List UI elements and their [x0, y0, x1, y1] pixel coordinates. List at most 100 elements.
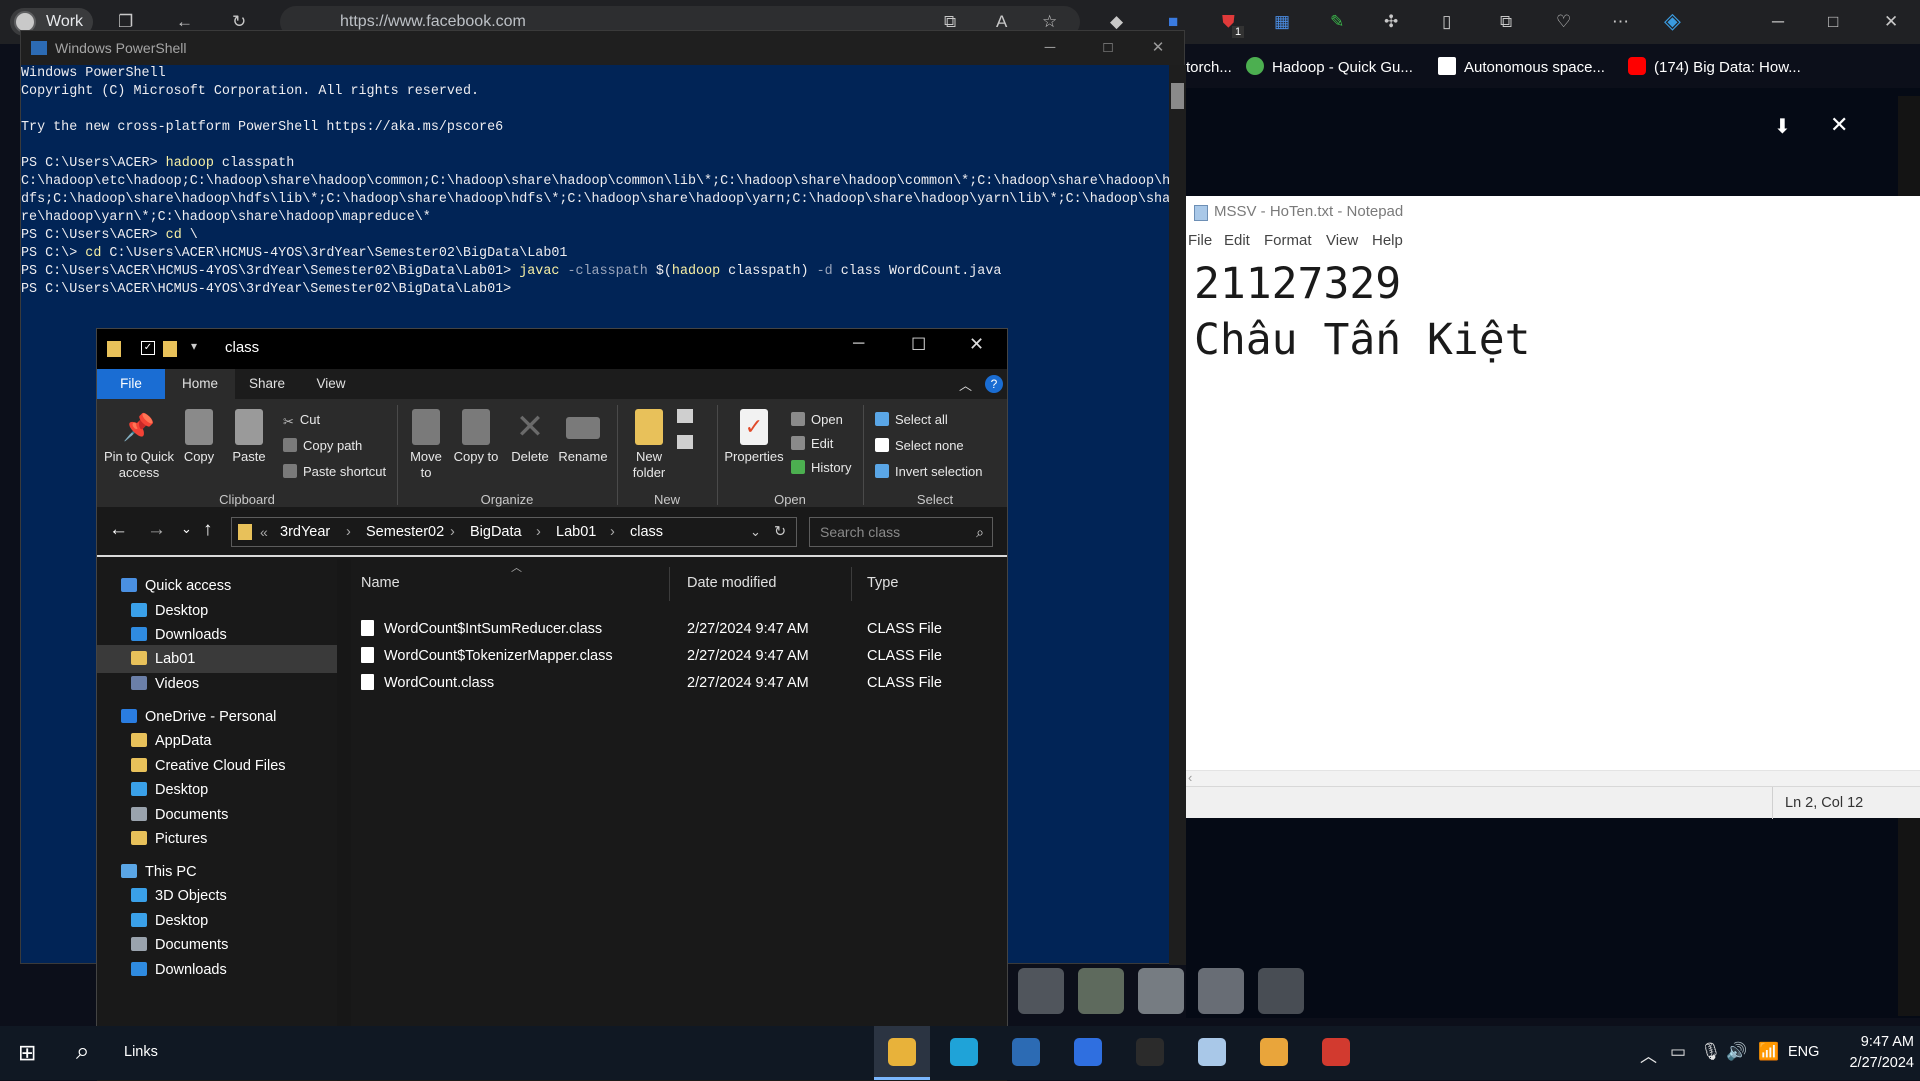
- file-row[interactable]: WordCount$IntSumReducer.class 2/27/2024 9…: [351, 616, 1007, 643]
- microphone-icon[interactable]: 🎙: [1700, 1042, 1722, 1062]
- copilot-icon[interactable]: ◈: [1664, 8, 1681, 34]
- pin-to-quick-access-button[interactable]: 📌 Pin to Quick access: [103, 409, 175, 481]
- properties-button[interactable]: ✓ Properties: [721, 409, 787, 465]
- copy-path-button[interactable]: Copy path: [283, 437, 362, 455]
- tab-share[interactable]: Share: [237, 369, 297, 399]
- close-icon[interactable]: ✕: [969, 334, 984, 355]
- paste-shortcut-button[interactable]: Paste shortcut: [283, 463, 386, 481]
- up-icon[interactable]: ↑: [203, 519, 213, 541]
- bookmark-item[interactable]: Autonomous space...: [1438, 52, 1605, 84]
- collections-icon[interactable]: ⧉: [1500, 12, 1512, 32]
- close-icon[interactable]: ✕: [1129, 31, 1187, 65]
- new-folder-qat-icon[interactable]: [163, 341, 177, 357]
- more-icon[interactable]: ⋯: [1612, 12, 1629, 32]
- tabs-icon[interactable]: ❐: [118, 12, 133, 32]
- powershell-titlebar[interactable]: Windows PowerShell: [21, 31, 1184, 65]
- links-toolbar[interactable]: Links: [124, 1044, 158, 1060]
- address-dropdown-icon[interactable]: ⌄: [750, 518, 761, 546]
- recent-locations-icon[interactable]: ⌄: [181, 521, 192, 537]
- thumbnail[interactable]: [1258, 968, 1304, 1014]
- nav-item[interactable]: Lab01: [97, 645, 337, 673]
- new-item-icon[interactable]: [677, 409, 693, 423]
- invert-selection-button[interactable]: Invert selection: [875, 463, 982, 481]
- tab-view[interactable]: View: [301, 369, 361, 399]
- delete-button[interactable]: ✕ Delete: [505, 409, 555, 465]
- cut-button[interactable]: ✂ Cut: [283, 411, 320, 429]
- nav-item[interactable]: Downloads: [97, 956, 337, 984]
- move-to-button[interactable]: Move to: [403, 409, 449, 481]
- bookmark-item[interactable]: torch...: [1186, 52, 1232, 84]
- overflow-chevron-icon[interactable]: «: [260, 518, 268, 546]
- select-none-button[interactable]: Select none: [875, 437, 964, 455]
- nav-item[interactable]: AppData: [97, 727, 337, 755]
- file-row[interactable]: WordCount.class 2/27/2024 9:47 AM CLASS Fi…: [351, 670, 1007, 697]
- wifi-icon[interactable]: 📶: [1758, 1042, 1779, 1062]
- menu-file[interactable]: File: [1188, 228, 1212, 254]
- column-header-type[interactable]: Type: [867, 575, 898, 591]
- forward-icon[interactable]: →: [147, 519, 166, 541]
- breadcrumb-item[interactable]: 3rdYear: [280, 518, 330, 546]
- nav-item[interactable]: Videos: [97, 670, 337, 698]
- reader-icon[interactable]: ⧉: [944, 12, 956, 32]
- extensions-puzzle-icon[interactable]: ✣: [1384, 12, 1398, 32]
- taskbar-app-wps-office[interactable]: [1308, 1026, 1364, 1080]
- split-screen-icon[interactable]: ▯: [1442, 12, 1451, 32]
- scroll-left-icon[interactable]: ‹: [1188, 770, 1192, 785]
- minimize-icon[interactable]: ─: [853, 335, 864, 353]
- menu-help[interactable]: Help: [1372, 228, 1403, 254]
- breadcrumb-item[interactable]: class: [630, 518, 663, 546]
- reload-icon[interactable]: ↻: [232, 12, 246, 32]
- copy-to-button[interactable]: Copy to: [453, 409, 499, 465]
- notepad-titlebar[interactable]: MSSV - HoTen.txt - Notepad: [1186, 196, 1920, 228]
- text-editor[interactable]: 21127329 Châu Tấn Kiệt: [1194, 256, 1894, 368]
- thumbnail[interactable]: [1198, 968, 1244, 1014]
- save-icon[interactable]: ⬇: [1774, 114, 1791, 139]
- volume-icon[interactable]: 🔊: [1726, 1042, 1747, 1062]
- column-header-name[interactable]: Name: [361, 575, 400, 591]
- navigation-scrollbar[interactable]: [337, 559, 351, 1081]
- breadcrumb-item[interactable]: BigData: [470, 518, 522, 546]
- nav-item[interactable]: Desktop: [97, 776, 337, 804]
- breadcrumb-separator-icon[interactable]: ›: [610, 518, 615, 546]
- file-row[interactable]: WordCount$TokenizerMapper.class 2/27/2024…: [351, 643, 1007, 670]
- edit-button[interactable]: Edit: [791, 435, 833, 453]
- breadcrumb-separator-icon[interactable]: ›: [536, 518, 541, 546]
- taskbar-app-powershell[interactable]: [998, 1026, 1054, 1080]
- back-icon[interactable]: ←: [176, 12, 193, 32]
- minimize-icon[interactable]: ─: [1021, 31, 1079, 65]
- nav-item[interactable]: Pictures: [97, 825, 337, 853]
- explorer-titlebar[interactable]: ✓ ▾ class ─ ☐ ✕: [97, 329, 1007, 369]
- menu-edit[interactable]: Edit: [1224, 228, 1250, 254]
- properties-qat-icon[interactable]: ✓: [141, 341, 155, 355]
- new-folder-button[interactable]: New folder: [623, 409, 675, 481]
- grid-extension-icon[interactable]: ▦: [1274, 12, 1290, 32]
- thumbnail[interactable]: [1078, 968, 1124, 1014]
- read-aloud-icon[interactable]: A: [996, 12, 1007, 32]
- column-divider[interactable]: [851, 567, 852, 601]
- horizontal-scrollbar[interactable]: ‹: [1186, 770, 1920, 786]
- search-input[interactable]: Search class ⌕: [809, 517, 993, 547]
- nav-item[interactable]: 3D Objects: [97, 882, 337, 910]
- close-viewer-icon[interactable]: ✕: [1830, 112, 1848, 138]
- breadcrumb-separator-icon[interactable]: ›: [346, 518, 351, 546]
- pen-extension-icon[interactable]: ✎: [1330, 12, 1344, 32]
- taskbar-app-notepad[interactable]: [1184, 1026, 1240, 1080]
- easy-access-icon[interactable]: [677, 435, 693, 449]
- console-scrollbar[interactable]: [1169, 65, 1186, 965]
- menu-format[interactable]: Format: [1264, 228, 1312, 254]
- bookmark-item[interactable]: Hadoop - Quick Gu...: [1246, 52, 1413, 84]
- select-all-button[interactable]: Select all: [875, 411, 948, 429]
- paste-button[interactable]: Paste: [227, 409, 271, 465]
- taskbar-app-terminal[interactable]: [1122, 1026, 1178, 1080]
- close-icon[interactable]: ✕: [1884, 12, 1898, 32]
- copy-button[interactable]: Copy: [177, 409, 221, 465]
- thumbnail[interactable]: [1138, 968, 1184, 1014]
- address-bar[interactable]: « 3rdYear › Semester02 › BigData › Lab01…: [231, 517, 797, 547]
- ribbon-collapse-icon[interactable]: ︿: [959, 375, 972, 394]
- rename-button[interactable]: Rename: [557, 409, 609, 465]
- refresh-icon[interactable]: ↻: [774, 518, 786, 546]
- show-hidden-icons-icon[interactable]: ︿: [1640, 1042, 1657, 1067]
- back-icon[interactable]: ←: [109, 519, 128, 541]
- favorite-icon[interactable]: ☆: [1042, 12, 1057, 32]
- search-icon[interactable]: ⌕: [76, 1038, 89, 1066]
